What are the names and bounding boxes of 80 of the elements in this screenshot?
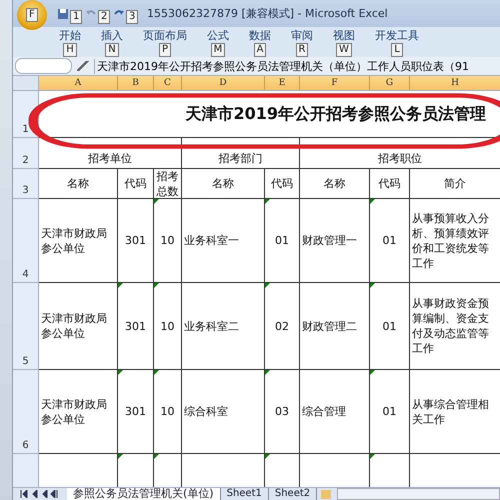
table-cell: 简介 <box>410 169 500 199</box>
table-cell: 天津市财政局参公单位 <box>39 370 118 454</box>
table-cell: 招考部门 <box>182 138 300 169</box>
new-sheet-icon[interactable] <box>321 490 332 498</box>
sheet-tab[interactable]: Sheet1 <box>220 488 269 500</box>
office-button[interactable]: F <box>17 0 47 30</box>
keytip-badge: 2 <box>98 10 110 24</box>
keytip-badge: L <box>391 43 403 57</box>
row-header[interactable]: 2 <box>13 138 39 169</box>
keytip-badge: F <box>26 8 38 22</box>
keytip-badge: N <box>105 43 119 57</box>
save-icon[interactable] <box>57 8 69 20</box>
table-cell: 财政管理二 <box>300 283 370 370</box>
window-title: 1553062327879 [兼容模式] - Microsoft Excel <box>147 6 388 21</box>
row-header[interactable]: 6 <box>13 370 39 454</box>
table-cell: 天津市2019年公开招考参照公务员法管理 <box>39 91 500 138</box>
column-header[interactable]: D <box>182 76 265 91</box>
horizontal-scrollbar[interactable] <box>337 488 500 500</box>
table-cell: 名称 <box>182 169 265 199</box>
table-cell: 名称 <box>39 169 118 199</box>
table-cell: 03 <box>265 370 300 454</box>
keytip-badge: M <box>210 43 226 57</box>
ribbon-tab[interactable]: 数据 <box>249 29 271 42</box>
table-cell: 从事预算收入分析、预算绩效评价和工资统发等工作 <box>410 199 500 283</box>
table-cell: 综合管理 <box>300 370 370 454</box>
table-cell: 01 <box>265 199 300 283</box>
table-cell: 业务科室二 <box>182 283 265 370</box>
name-box[interactable] <box>15 58 72 74</box>
keytip-badge: 3 <box>126 10 138 24</box>
sheet-navigation-icon[interactable] <box>19 490 59 498</box>
sheet-tab[interactable]: Sheet2 <box>268 488 318 500</box>
table-cell: 招考职位 <box>300 138 500 169</box>
table-cell: 代码 <box>118 169 154 199</box>
table-cell: 301 <box>118 283 154 370</box>
table-cell: 天津市财政局参公单位 <box>39 283 118 370</box>
ribbon-tab[interactable]: 开始 <box>59 29 81 42</box>
table-cell: 名称 <box>300 169 370 199</box>
table-cell: 招考总数 <box>154 169 182 199</box>
ribbon-tab[interactable]: 插入 <box>101 29 123 42</box>
table-cell: 从事财政资金预算编制、资金支付及动态监管等工作 <box>410 283 500 370</box>
row-header[interactable]: 5 <box>13 283 39 370</box>
ribbon-tab[interactable]: 审阅 <box>291 29 313 42</box>
keytip-badge: W <box>336 43 352 57</box>
keytip-badge: H <box>63 43 77 57</box>
table-cell: 天津市财政局参公单位 <box>39 199 118 283</box>
keytip-badge: P <box>158 43 172 57</box>
column-header[interactable]: B <box>118 76 154 91</box>
table-cell: 业务科室一 <box>182 199 265 283</box>
ribbon-tab[interactable]: 视图 <box>333 29 355 42</box>
table-cell: 02 <box>265 283 300 370</box>
table-cell: 01 <box>370 370 410 454</box>
table-cell: 综合科室 <box>182 370 265 454</box>
ribbon-tab[interactable]: 页面布局 <box>143 29 187 42</box>
ribbon-tab[interactable]: 公式 <box>207 29 229 42</box>
table-cell: 01 <box>370 199 410 283</box>
column-header[interactable]: C <box>154 76 182 91</box>
table-cell: 301 <box>118 199 154 283</box>
keytip-badge: R <box>296 43 308 57</box>
column-header[interactable]: H <box>410 76 500 91</box>
table-cell: 10 <box>154 283 182 370</box>
select-all-corner[interactable] <box>13 76 39 91</box>
table-cell: 10 <box>154 370 182 454</box>
column-header[interactable]: E <box>265 76 300 91</box>
row-header[interactable]: 3 <box>13 169 39 199</box>
sheet-tab[interactable]: 参照公务员法管理机关(单位) <box>67 488 221 500</box>
table-cell: 从事综合管理相关工作 <box>410 370 500 454</box>
table-cell: 代码 <box>265 169 300 199</box>
table-cell: 01 <box>370 283 410 370</box>
table-cell: 财政管理一 <box>300 199 370 283</box>
column-header[interactable]: A <box>39 76 118 91</box>
table-cell: 10 <box>154 199 182 283</box>
table-cell: 301 <box>118 370 154 454</box>
column-header[interactable]: G <box>370 76 410 91</box>
table-cell: 代码 <box>370 169 410 199</box>
row-header[interactable]: 4 <box>13 199 39 283</box>
keytip-badge: A <box>254 43 266 57</box>
table-cell: 招考单位 <box>39 138 182 169</box>
ribbon-tab[interactable]: 开发工具 <box>375 29 419 42</box>
column-header[interactable]: F <box>300 76 370 91</box>
keytip-badge: 1 <box>70 10 82 24</box>
